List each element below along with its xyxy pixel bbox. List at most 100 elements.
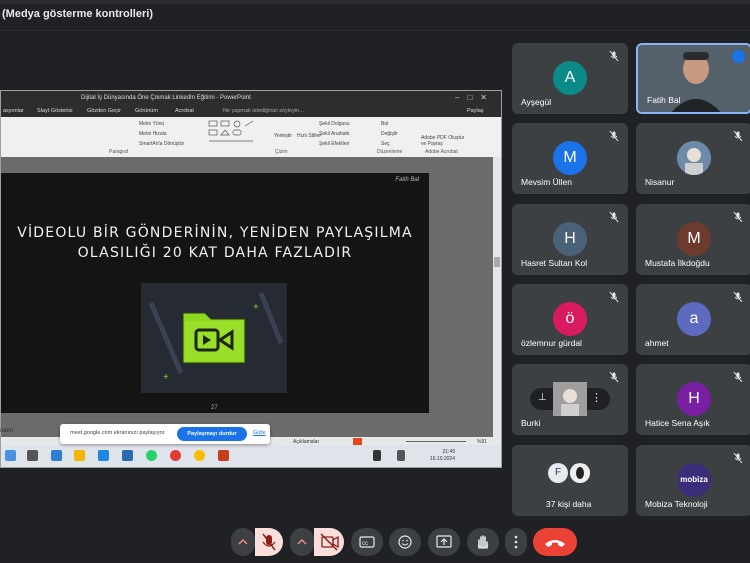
- mic-off-icon: [733, 452, 743, 464]
- mic-options-button[interactable]: [231, 528, 255, 556]
- participant-name: Nisanur: [645, 177, 675, 187]
- reactions-button[interactable]: [389, 528, 421, 556]
- slide-sorter-icon[interactable]: [353, 438, 362, 445]
- stop-sharing-button[interactable]: Paylaşmayı durdur: [177, 427, 247, 441]
- shape-fill[interactable]: Şekil Dolgusu: [319, 121, 350, 127]
- participant-name: Mevsim Üllen: [521, 177, 573, 187]
- chevron-up-icon: [238, 538, 248, 545]
- present-screen-button[interactable]: [428, 528, 460, 556]
- vertical-scrollbar[interactable]: [493, 157, 501, 445]
- participant-tile[interactable]: mobiza Mobiza Teknoloji: [636, 445, 750, 516]
- participant-tile[interactable]: ⊥ ⋮ Burki: [512, 364, 628, 435]
- participant-tile[interactable]: H Hasret Sultan Kol: [512, 204, 628, 275]
- mic-toggle-button[interactable]: [255, 528, 283, 556]
- avatar-initial: a: [689, 310, 699, 327]
- quick-styles-button[interactable]: Hızlı Stiller: [297, 133, 321, 139]
- tab-slideshow[interactable]: Slayt Gösterisi: [37, 108, 72, 114]
- tab-review[interactable]: Gözden Geçir: [87, 108, 121, 114]
- chrome-icon[interactable]: [194, 450, 205, 461]
- zoom-slider[interactable]: [406, 441, 466, 442]
- text-direction[interactable]: Metin Yönü: [139, 121, 164, 127]
- mic-tray-icon[interactable]: [373, 450, 381, 461]
- more-options-button[interactable]: [505, 528, 527, 556]
- powerpoint-taskbar-icon[interactable]: [218, 450, 229, 461]
- powerpoint-titlebar: Dijital İş Dünyasında Öne Çıkmak LinkedI…: [1, 91, 501, 105]
- shape-outline[interactable]: Şekil Anahattı: [319, 131, 350, 137]
- participant-name: Ayşegül: [521, 97, 552, 107]
- select-button[interactable]: Seç: [381, 141, 390, 147]
- clock-date: 16.10.2024: [429, 456, 455, 462]
- avatar: [553, 382, 587, 416]
- more-vert-icon[interactable]: ⋮: [591, 391, 602, 404]
- scroll-thumb[interactable]: [494, 257, 500, 267]
- mic-off-icon: [733, 291, 743, 303]
- raise-hand-button[interactable]: [467, 528, 499, 556]
- maximize-icon[interactable]: □: [467, 93, 480, 102]
- avatar-initial: M: [687, 230, 701, 247]
- mic-off-icon: [733, 211, 743, 223]
- participant-tile[interactable]: H Hatice Sena Aşık: [636, 364, 750, 435]
- weather-icon[interactable]: [5, 450, 16, 461]
- whatsapp-icon[interactable]: [146, 450, 157, 461]
- participant-tile[interactable]: A Ayşegül: [512, 43, 628, 114]
- pin-icon[interactable]: ⊥: [538, 392, 547, 403]
- mic-off-icon: [733, 130, 743, 142]
- profile-photo: [677, 141, 711, 175]
- app-icon-2[interactable]: [98, 450, 109, 461]
- adobe-pdf-create[interactable]: Adobe PDF Oluştur ve Paylaş: [421, 135, 471, 147]
- participant-tile[interactable]: Nisanur: [636, 123, 750, 194]
- tab-view[interactable]: Görünüm: [135, 108, 158, 114]
- svg-text:+: +: [163, 372, 169, 383]
- close-icon[interactable]: ✕: [480, 93, 495, 102]
- slide[interactable]: Fatih Bal VİDEOLU BİR GÖNDERİNİN, YENİDE…: [1, 173, 429, 413]
- share-message: meet.google.com ekranınızı paylaşıyor.: [70, 430, 166, 436]
- replace-button[interactable]: Değiştir: [381, 131, 398, 137]
- minimize-icon[interactable]: –: [455, 93, 467, 102]
- hide-button[interactable]: Gizle: [253, 430, 266, 436]
- align-text[interactable]: Metni Hizala: [139, 131, 167, 137]
- captions-icon: cc: [359, 536, 375, 548]
- tell-me-search[interactable]: Ne yapmak istediğinizi söyleyin...: [223, 108, 304, 114]
- participant-tile[interactable]: a ahmet: [636, 284, 750, 355]
- shapes-gallery-icon[interactable]: [207, 119, 267, 145]
- mail-icon[interactable]: [122, 450, 133, 461]
- slide-page-number: 27: [211, 405, 218, 411]
- ribbon-tabs: asyonlar Slayt Gösterisi Gözden Geçir Gö…: [1, 105, 501, 117]
- chevron-up-icon: [297, 538, 307, 545]
- avatar: ö: [553, 302, 587, 336]
- tab-acrobat[interactable]: Acrobat: [175, 108, 194, 114]
- taskbar-clock[interactable]: 21:49 16.10.2024: [430, 449, 455, 463]
- hand-icon: [477, 535, 489, 549]
- camera-options-button[interactable]: [290, 528, 314, 556]
- explorer-icon[interactable]: [27, 450, 38, 461]
- share-tab[interactable]: Paylaş: [467, 108, 484, 114]
- top-bar: (Medya gösterme kontrolleri): [0, 0, 750, 31]
- tab-animations[interactable]: asyonlar: [3, 108, 24, 114]
- participant-tile[interactable]: Fatih Bal: [636, 43, 750, 114]
- arrange-button[interactable]: Yerleştir: [274, 133, 292, 139]
- opera-icon[interactable]: [170, 450, 181, 461]
- leave-call-button[interactable]: [533, 528, 577, 556]
- participant-name: Hasret Sultan Kol: [521, 258, 588, 268]
- mic-off-icon: [609, 211, 619, 223]
- participant-tile[interactable]: F 37 kişi daha: [512, 445, 628, 516]
- convert-smartart[interactable]: SmartArt'a Dönüştür: [139, 141, 184, 147]
- find-button[interactable]: Bul: [381, 121, 388, 127]
- camera-off-icon: [320, 533, 339, 551]
- group-paragraph: Paragraf: [109, 149, 129, 155]
- camera-toggle-button[interactable]: [314, 528, 344, 556]
- participant-tile[interactable]: ö özlemnur gürdal: [512, 284, 628, 355]
- group-drawing: Çizim: [275, 149, 288, 155]
- captions-button[interactable]: cc: [351, 528, 383, 556]
- folder-icon[interactable]: [74, 450, 85, 461]
- participant-tile[interactable]: M Mevsim Üllen: [512, 123, 628, 194]
- participant-name: 37 kişi daha: [546, 499, 592, 509]
- participant-name: Hatice Sena Aşık: [645, 418, 710, 428]
- participant-tile[interactable]: M Mustafa İlkdoğdu: [636, 204, 750, 275]
- network-tray-icon[interactable]: [397, 450, 405, 461]
- profile-photo: [570, 464, 590, 483]
- shape-effects[interactable]: Şekil Efektleri: [319, 141, 349, 147]
- app-icon-1[interactable]: [51, 450, 62, 461]
- mic-off-icon: [609, 371, 619, 383]
- hang-up-icon: [545, 540, 565, 547]
